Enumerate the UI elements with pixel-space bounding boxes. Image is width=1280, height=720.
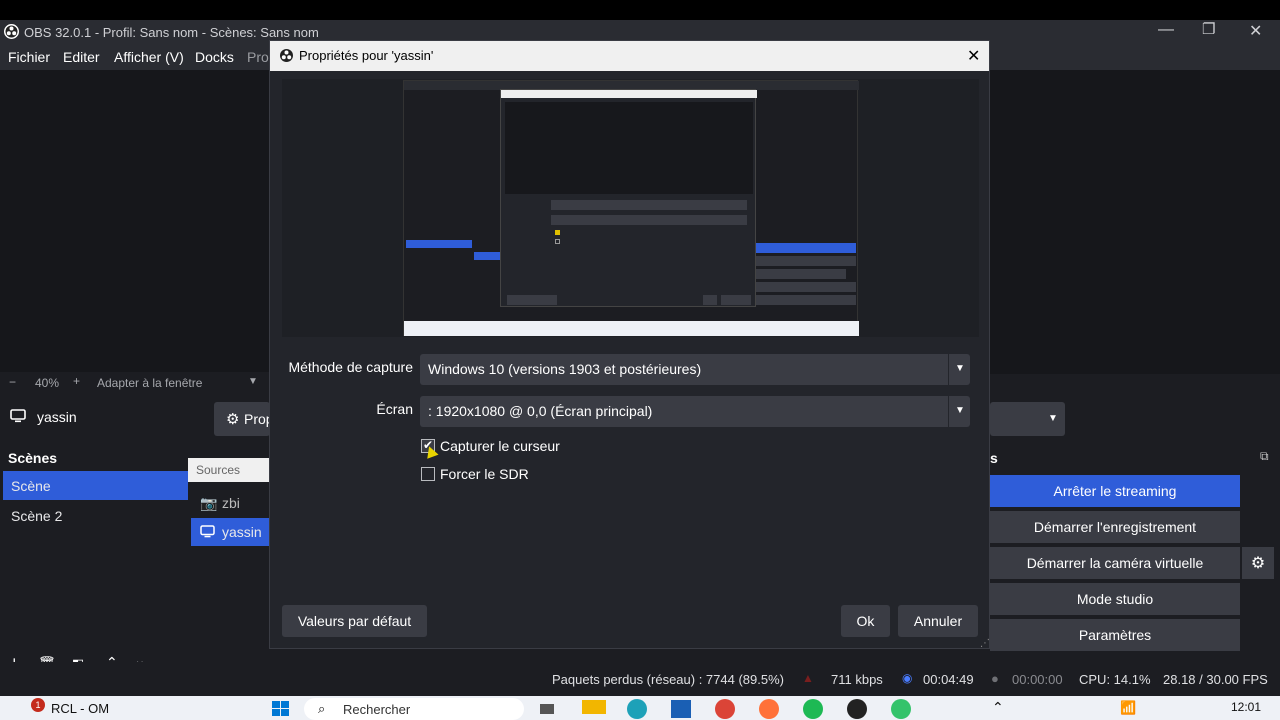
file-explorer-icon[interactable] bbox=[582, 700, 606, 714]
dialog-title: Propriétés pour 'yassin' bbox=[299, 48, 434, 63]
gear-icon: ⚙ bbox=[226, 411, 240, 428]
settings-button[interactable]: Paramètres bbox=[990, 619, 1240, 651]
capture-method-select[interactable]: Windows 10 (versions 1903 et postérieure… bbox=[420, 354, 970, 385]
stream-time-status: 00:04:49 bbox=[923, 672, 974, 687]
minimize-icon[interactable]: — bbox=[1158, 21, 1174, 39]
capture-cursor-label: Capturer le curseur bbox=[440, 438, 560, 454]
zoom-fit-select[interactable]: Adapter à la fenêtre bbox=[97, 376, 202, 390]
studio-mode-button[interactable]: Mode studio bbox=[990, 583, 1240, 615]
windows-start-icon[interactable] bbox=[272, 701, 290, 716]
camera-icon: 📷 bbox=[200, 495, 218, 511]
monitor-icon bbox=[200, 525, 215, 538]
clock[interactable]: 12:01 bbox=[1231, 700, 1261, 714]
undock-icon[interactable]: ⧉ bbox=[1260, 449, 1269, 464]
sources-dock: Sources 📷 zbi yassin + bbox=[188, 458, 270, 715]
zoom-bar: − 40% + Adapter à la fenêtre ▼ bbox=[0, 372, 270, 394]
start-virtual-camera-button[interactable]: Démarrer la caméra virtuelle bbox=[990, 547, 1240, 579]
scenes-dock-title: Scènes bbox=[8, 450, 58, 466]
source-properties-button[interactable]: ⚙ Prop bbox=[214, 402, 274, 436]
streaming-icon: ◉ bbox=[902, 671, 913, 685]
sources-dock-header: Sources bbox=[188, 458, 270, 482]
bitrate-status: 711 kbps bbox=[831, 672, 883, 687]
search-placeholder: Rechercher bbox=[343, 702, 411, 717]
maximize-icon[interactable]: ❐ bbox=[1202, 20, 1215, 38]
current-source-name: yassin bbox=[37, 409, 77, 425]
menu-docks[interactable]: Docks bbox=[195, 49, 234, 65]
signal-icon: ▲ bbox=[802, 671, 814, 685]
scenes-dock: Scènes Scène Scène 2 + 🗑 ◧ ⌃ ⌄ bbox=[0, 444, 188, 673]
properties-dialog: Propriétés pour 'yassin' ✕ Méthode de ca… bbox=[269, 40, 990, 649]
record-icon: ● bbox=[991, 671, 999, 686]
store-icon[interactable] bbox=[671, 700, 691, 718]
search-icon: ⌕ bbox=[318, 701, 326, 716]
menu-profil[interactable]: Pro bbox=[247, 49, 269, 65]
ok-button[interactable]: Ok bbox=[841, 605, 890, 637]
preview-thumbnail bbox=[403, 80, 859, 336]
window-title: OBS 32.0.1 - Profil: Sans nom - Scènes: … bbox=[24, 25, 319, 40]
scene-item[interactable]: Scène 2 bbox=[3, 501, 188, 530]
resize-grip-icon[interactable]: ⋰ bbox=[980, 638, 990, 649]
chevron-down-icon: ▼ bbox=[955, 363, 965, 374]
spotify-icon[interactable] bbox=[803, 699, 823, 719]
status-bar: Paquets perdus (réseau) : 7744 (89.5%) ▲… bbox=[0, 662, 1280, 696]
close-icon[interactable]: ✕ bbox=[967, 46, 980, 66]
chevron-down-icon: ▼ bbox=[955, 405, 965, 416]
sources-dock-title: Sources bbox=[196, 463, 241, 477]
menu-editer[interactable]: Editer bbox=[63, 49, 100, 65]
taskbar: 1 RCL - OM ⌕ Rechercher ⌃ 📶 12:01 bbox=[0, 696, 1280, 720]
menu-fichier[interactable]: Fichier bbox=[8, 49, 50, 65]
cursor-icon bbox=[423, 444, 439, 459]
obs-logo-icon bbox=[279, 48, 294, 63]
virtual-camera-settings-button[interactable]: ⚙ bbox=[1242, 547, 1274, 579]
transition-select[interactable]: ▼ bbox=[990, 402, 1065, 436]
taskbar-app-label[interactable]: RCL - OM bbox=[51, 701, 109, 716]
chrome-icon[interactable] bbox=[715, 699, 735, 719]
scene-item-label: Scène bbox=[11, 478, 51, 494]
source-item-label: zbi bbox=[222, 495, 240, 511]
obs-logo-icon bbox=[4, 24, 19, 39]
task-view-icon[interactable] bbox=[540, 704, 554, 714]
notification-badge: 1 bbox=[31, 698, 45, 712]
screen-label: Écran bbox=[376, 401, 413, 417]
zoom-level: 40% bbox=[35, 376, 60, 390]
chevron-down-icon: ▼ bbox=[1048, 413, 1058, 424]
chevron-down-icon[interactable]: ▼ bbox=[248, 376, 258, 387]
firefox-icon[interactable] bbox=[759, 699, 779, 719]
stop-streaming-button[interactable]: Arrêter le streaming bbox=[990, 475, 1240, 507]
screen-select[interactable]: : 1920x1080 @ 0,0 (Écran principal) ▼ bbox=[420, 396, 970, 427]
controls-dock-title: s bbox=[990, 450, 998, 466]
cancel-button[interactable]: Annuler bbox=[898, 605, 978, 637]
start-recording-button[interactable]: Démarrer l'enregistrement bbox=[990, 511, 1240, 543]
force-sdr-label: Forcer le SDR bbox=[440, 466, 529, 482]
fps-status: 28.18 / 30.00 FPS bbox=[1163, 672, 1268, 687]
edge-icon[interactable] bbox=[627, 699, 647, 719]
wifi-icon[interactable]: 📶 bbox=[1120, 700, 1136, 716]
close-icon[interactable]: ✕ bbox=[1249, 21, 1262, 41]
gear-icon: ⚙ bbox=[1250, 555, 1266, 572]
defaults-button[interactable]: Valeurs par défaut bbox=[282, 605, 427, 637]
record-time-status: 00:00:00 bbox=[1012, 672, 1063, 687]
cpu-status: CPU: 14.1% bbox=[1079, 672, 1151, 687]
taskbar-search[interactable]: ⌕ Rechercher bbox=[304, 698, 524, 720]
capture-method-label: Méthode de capture bbox=[288, 359, 413, 375]
source-item-label: yassin bbox=[222, 524, 262, 540]
force-sdr-checkbox[interactable] bbox=[421, 467, 435, 481]
zoom-out-button[interactable]: − bbox=[9, 375, 16, 389]
capture-method-value: Windows 10 (versions 1903 et postérieure… bbox=[428, 361, 702, 377]
obs-taskbar-icon[interactable] bbox=[847, 699, 867, 719]
scene-item-label: Scène 2 bbox=[11, 508, 63, 524]
chevron-up-icon[interactable]: ⌃ bbox=[992, 699, 1004, 716]
dropped-frames-status: Paquets perdus (réseau) : 7744 (89.5%) bbox=[552, 672, 784, 687]
app-icon[interactable] bbox=[891, 699, 911, 719]
source-item[interactable]: 📷 zbi bbox=[191, 489, 270, 517]
source-preview bbox=[282, 79, 979, 337]
screen-value: : 1920x1080 @ 0,0 (Écran principal) bbox=[428, 403, 653, 419]
scene-item[interactable]: Scène bbox=[3, 471, 188, 500]
monitor-icon bbox=[10, 409, 26, 423]
source-item[interactable]: yassin bbox=[191, 518, 270, 546]
dialog-title-bar: Propriétés pour 'yassin' ✕ bbox=[270, 41, 989, 71]
zoom-in-button[interactable]: + bbox=[73, 374, 80, 388]
menu-afficher[interactable]: Afficher (V) bbox=[114, 49, 184, 65]
